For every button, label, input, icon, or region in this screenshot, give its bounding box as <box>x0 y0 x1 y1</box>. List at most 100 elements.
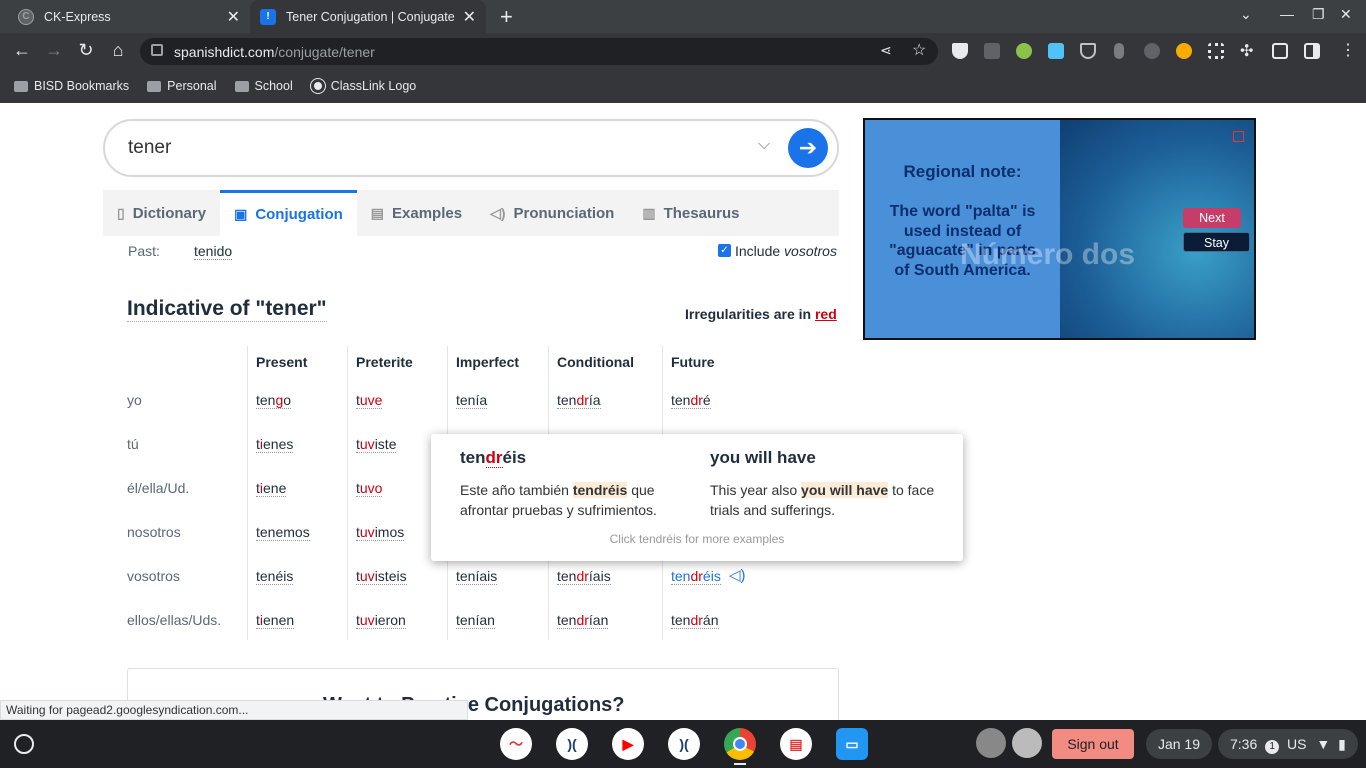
ad-close-icon[interactable] <box>1233 131 1244 142</box>
browser-tab-ckexpress[interactable]: C CK-Express ✕ <box>8 0 250 33</box>
ad-next-button[interactable]: Next <box>1183 208 1241 228</box>
files-icon[interactable]: ▭ <box>836 728 868 760</box>
bookmark-school[interactable]: School <box>234 79 293 93</box>
conjugation-cell[interactable]: tienen <box>256 612 295 629</box>
tab-label: Dictionary <box>132 204 207 222</box>
youtube-icon[interactable]: ▶ <box>612 728 644 760</box>
conjugation-cell[interactable]: tenían <box>456 612 495 629</box>
cast-icon[interactable] <box>1272 43 1288 59</box>
avatar[interactable] <box>976 728 1006 758</box>
conjugation-cell[interactable]: tenéis <box>256 568 294 585</box>
conjugation-cell[interactable]: tuvimos <box>356 524 405 541</box>
chevron-down-icon[interactable]: ⌵ <box>758 136 770 154</box>
app-icon[interactable]: ▤ <box>780 728 812 760</box>
close-window-icon[interactable]: ✕ <box>1340 6 1352 23</box>
conjugation-cell[interactable]: tendría <box>557 392 601 409</box>
column-header-imperfect: Imperfect <box>456 354 520 370</box>
app-icon[interactable]: )( <box>668 728 700 760</box>
locale-label: US <box>1287 736 1307 752</box>
browser-tab-spanishdict[interactable]: ! Tener Conjugation | Conjugate T ✕ <box>250 0 486 33</box>
qr-code-icon[interactable] <box>1208 43 1224 59</box>
extension-icon[interactable] <box>1016 43 1032 59</box>
ad-stay-button[interactable]: Stay <box>1183 232 1250 252</box>
restore-icon[interactable]: ❐ <box>1312 6 1325 23</box>
app-icon[interactable]: )( <box>556 728 588 760</box>
site-info-icon[interactable] <box>151 44 163 56</box>
launcher-icon[interactable] <box>14 734 34 754</box>
close-tab-icon[interactable]: ✕ <box>463 7 476 27</box>
sign-out-button[interactable]: Sign out <box>1052 729 1134 759</box>
conjugation-cell[interactable]: teníais <box>456 568 498 585</box>
tab-conjugation[interactable]: ▣ Conjugation <box>220 190 357 236</box>
pronoun-label: vosotros <box>127 568 180 584</box>
avatar[interactable] <box>1012 728 1042 758</box>
conjugation-cell[interactable]: tuviste <box>356 436 397 453</box>
conjugation-cell[interactable]: tendríais <box>557 568 611 585</box>
conjugation-cell[interactable]: tuvisteis <box>356 568 407 585</box>
conjugation-cell[interactable]: tuvo <box>356 480 383 497</box>
search-input[interactable]: tener <box>103 119 839 177</box>
notification-badge: 1 <box>1265 740 1280 754</box>
system-tray[interactable]: 7:36 1 US ▼ ▮ <box>1218 729 1358 759</box>
tab-thesaurus[interactable]: ▥ Thesaurus <box>628 190 753 236</box>
tab-examples[interactable]: ▤ Examples <box>357 190 476 236</box>
menu-kebab-icon[interactable]: ⋮ <box>1340 40 1356 60</box>
bookmark-personal[interactable]: Personal <box>147 79 217 93</box>
extension-icon[interactable] <box>1048 43 1064 59</box>
back-icon[interactable]: ← <box>11 40 33 61</box>
address-bar[interactable]: spanishdict.com/conjugate/tener <box>140 38 938 65</box>
tab-title: Tener Conjugation | Conjugate T <box>286 9 456 24</box>
extension-icon[interactable] <box>1144 43 1160 59</box>
shield-outline-icon[interactable] <box>1080 43 1096 59</box>
include-vosotros-checkbox[interactable]: ✓ <box>718 244 731 257</box>
forward-icon[interactable]: → <box>43 40 65 61</box>
column-header-preterite: Preterite <box>356 354 413 370</box>
speaker-icon[interactable]: ◁) <box>729 566 746 584</box>
battery-icon: ▮ <box>1338 736 1346 752</box>
conjugation-cell[interactable]: tenemos <box>256 524 310 541</box>
app-icon[interactable]: 〜 <box>500 728 532 760</box>
chrome-center <box>733 737 747 751</box>
conjugation-cell-hovered[interactable]: tendréis <box>671 568 721 585</box>
minimize-icon[interactable]: — <box>1280 6 1294 22</box>
past-participle-value[interactable]: tenido <box>194 243 233 260</box>
pronoun-label: tú <box>127 436 139 452</box>
extension-on-icon[interactable] <box>1176 43 1192 59</box>
bookmark-bisd[interactable]: BISD Bookmarks <box>14 79 129 93</box>
popup-translation: you will have <box>710 448 816 467</box>
chrome-icon[interactable] <box>724 728 756 760</box>
conjugation-cell[interactable]: tenía <box>456 392 488 409</box>
conjugation-cell[interactable]: tengo <box>256 392 292 409</box>
side-panel-icon[interactable] <box>1304 43 1320 59</box>
conjugation-cell[interactable]: tendré <box>671 392 711 409</box>
new-tab-icon[interactable]: + <box>500 4 513 30</box>
conjugation-cell[interactable]: tuve <box>356 392 383 409</box>
include-vosotros-label: Include vosotros <box>735 243 837 259</box>
extensions-puzzle-icon[interactable]: ✣ <box>1240 41 1253 61</box>
tab-pronunciation[interactable]: ◁) Pronunciation <box>476 190 628 236</box>
shield-extension-icon[interactable] <box>952 43 968 59</box>
conjugation-cell[interactable]: tiene <box>256 480 287 497</box>
close-tab-icon[interactable]: ✕ <box>227 7 240 27</box>
bookmark-classlink[interactable]: ClassLink Logo <box>310 79 416 93</box>
past-participle-label: Past: <box>128 243 160 259</box>
conjugation-cell[interactable]: tienes <box>256 436 294 453</box>
home-icon[interactable]: ⌂ <box>107 40 129 61</box>
popup-word[interactable]: tendréis <box>460 448 526 468</box>
book-icon: ▯ <box>117 204 125 221</box>
conjugation-cell[interactable]: tuvieron <box>356 612 406 629</box>
tab-search-icon[interactable]: ⌄ <box>1240 6 1252 23</box>
date-display[interactable]: Jan 19 <box>1146 729 1212 759</box>
bookmark-star-icon[interactable]: ☆ <box>912 40 926 60</box>
share-icon[interactable]: ⋖ <box>880 42 892 59</box>
ad-overlay-text: Número dos <box>960 238 1136 271</box>
tab-dictionary[interactable]: ▯ Dictionary <box>103 190 220 236</box>
extension-icon[interactable] <box>984 43 1000 59</box>
page-tabs: ▯ Dictionary ▣ Conjugation ▤ Examples ◁) Pro… <box>103 190 839 236</box>
search-submit-button[interactable]: ➔ <box>788 128 828 168</box>
popup-more-link[interactable]: Click tendréis for more examples <box>431 532 963 546</box>
microphone-icon[interactable] <box>1114 43 1124 59</box>
reload-icon[interactable]: ↻ <box>75 40 97 61</box>
conjugation-cell[interactable]: tendrán <box>671 612 719 629</box>
conjugation-cell[interactable]: tendrían <box>557 612 609 629</box>
